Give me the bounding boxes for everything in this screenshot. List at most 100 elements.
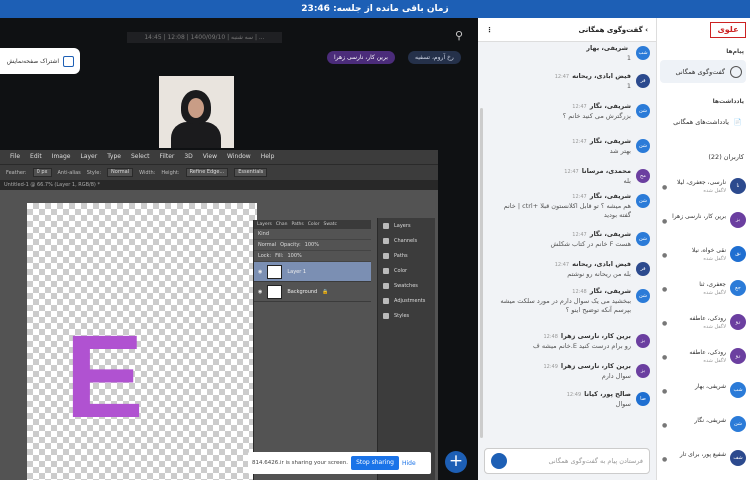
layer-thumbnail xyxy=(267,264,283,279)
eye-icon[interactable]: ◉ xyxy=(258,289,262,295)
layer-row-background[interactable]: ◉ Background 🔒 xyxy=(254,282,371,302)
blend-mode-select[interactable]: Normal xyxy=(258,242,276,248)
user-list-item[interactable]: نا نارسی، جعفری، لیلا لاگفل شده ● xyxy=(662,176,746,204)
ps-menu-select[interactable]: Select xyxy=(131,150,150,164)
chat-input-placeholder: فرستادن پیام به گفت‌وگوی همگانی xyxy=(548,457,643,465)
user-name: نقی خواه، نیلا xyxy=(691,247,726,254)
user-name: شفیع پور، برای تار xyxy=(679,451,726,458)
tab-swatches[interactable]: Swatc xyxy=(324,220,338,229)
avatar: بز xyxy=(636,364,650,378)
dock-channels[interactable]: Channels xyxy=(378,233,435,248)
dock-label: Swatches xyxy=(394,282,418,289)
screen-share-label: اشتراک صفحه‌نمایش xyxy=(6,57,59,65)
user-list-item[interactable]: جع جعفری، ثنا لاگفل شده ● xyxy=(662,278,746,306)
chat-message: صا 12:49 صالح پور، کیانا سوال xyxy=(490,390,650,409)
screen-share-button[interactable]: اشتراک صفحه‌نمایش xyxy=(0,48,80,74)
author-name: شریفی، نگار xyxy=(589,137,631,145)
hide-button[interactable]: Hide xyxy=(402,460,416,467)
sidebar-item-label: گفت‌وگوی همگانی xyxy=(675,67,726,76)
tab-color[interactable]: Color xyxy=(308,220,320,229)
avatar: رو xyxy=(730,314,746,330)
user-list-item[interactable]: نق نقی خواه، نیلا لاگفل شده ● xyxy=(662,244,746,272)
ps-menu-view[interactable]: View xyxy=(203,150,217,164)
user-list-item[interactable]: شن شریفی، نگار ● xyxy=(662,414,746,442)
send-icon[interactable] xyxy=(491,453,507,469)
user-list-item[interactable]: شب شریفی، بهار ● xyxy=(662,380,746,408)
dock-styles[interactable]: Styles xyxy=(378,308,435,323)
style-select[interactable]: Normal xyxy=(107,168,134,177)
tab-channels[interactable]: Chan xyxy=(276,220,288,229)
user-list-item[interactable]: شف شفیع پور، برای تار ● xyxy=(662,448,746,476)
user-status: لاگفل شده xyxy=(703,358,726,364)
stop-sharing-button[interactable]: Stop sharing xyxy=(351,456,399,470)
ps-options-bar: Feather: 0 px Anti-alias Style: Normal W… xyxy=(0,164,438,180)
ps-menu-image[interactable]: Image xyxy=(52,150,71,164)
fill-input[interactable]: 100% xyxy=(287,253,301,259)
avatar: نق xyxy=(730,246,746,262)
more-icon[interactable]: ⋮ xyxy=(486,26,493,34)
tab-paths[interactable]: Paths xyxy=(292,220,304,229)
plus-action-button[interactable]: + xyxy=(445,451,467,473)
ps-menu-file[interactable]: File xyxy=(10,150,20,164)
user-icon[interactable]: ⚲ xyxy=(455,29,463,42)
blend-row: Normal Opacity: 100% xyxy=(254,240,371,251)
eye-icon[interactable]: ◉ xyxy=(258,269,262,275)
kind-filter[interactable]: Kind xyxy=(254,229,371,240)
message-text: سوال xyxy=(615,400,631,408)
anti-alias-checkbox[interactable]: Anti-alias xyxy=(58,170,81,176)
user-list-item[interactable]: بز برین کار، نارسی زهرا ● xyxy=(662,210,746,238)
ps-menu-filter[interactable]: Filter xyxy=(160,150,175,164)
message-text: خانم میشه ف.E رو برام درست کنید xyxy=(533,342,631,350)
swatches-icon xyxy=(383,282,389,289)
avatar: نا xyxy=(730,178,746,194)
brand-logo: علوی xyxy=(710,22,746,38)
user-list-item[interactable]: رو رودکی، عاطفه لاگفل شده ● xyxy=(662,312,746,340)
dock-paths[interactable]: Paths xyxy=(378,248,435,263)
fill-label: Fill: xyxy=(275,253,284,259)
message-author: 12:47 فیض ابادی، ریحانه xyxy=(490,260,631,268)
message-time: 12:47 xyxy=(564,169,579,175)
speaker-name: برین کار، نارسی زهرا xyxy=(334,54,388,61)
avatar: فر xyxy=(636,262,650,276)
ps-menu-help[interactable]: Help xyxy=(261,150,275,164)
user-list-item[interactable]: رو رودکی، عاطفه لاگفل شده ● xyxy=(662,346,746,374)
dock-layers[interactable]: Layers xyxy=(378,218,435,233)
dock-adjustments[interactable]: Adjustments xyxy=(378,293,435,308)
notes-heading: یادداشت‌ها xyxy=(712,98,744,105)
layer-row-layer1[interactable]: ◉ Layer 1 xyxy=(254,262,371,282)
avatar: شن xyxy=(636,139,650,153)
ps-menu-layer[interactable]: Layer xyxy=(80,150,97,164)
chat-message: شن 12:47 شریفی، نگار خانم | ctrl+ هم میشه ؟… xyxy=(490,192,650,220)
mic-icon: ● xyxy=(662,456,668,463)
author-name: صالح پور، کیانا xyxy=(584,390,631,398)
ps-menu-edit[interactable]: Edit xyxy=(30,150,42,164)
ps-menu-window[interactable]: Window xyxy=(227,150,251,164)
sidebar-item-public-chat[interactable]: گفت‌وگوی همگانی xyxy=(660,60,746,83)
dock-label: Styles xyxy=(394,312,410,319)
tab-layers[interactable]: Layers xyxy=(257,220,272,229)
layer-name: Background xyxy=(287,288,318,295)
note-icon: 📄 xyxy=(733,117,742,126)
layers-panel-tabs: Layers Chan Paths Color Swatc xyxy=(254,220,371,229)
ps-menu-3d[interactable]: 3D xyxy=(184,150,192,164)
opacity-label: Opacity: xyxy=(280,242,301,248)
message-time: 12:48 xyxy=(572,289,587,295)
width-label: Width: xyxy=(139,169,156,176)
chat-icon xyxy=(730,65,742,78)
feather-input[interactable]: 0 px xyxy=(32,168,52,177)
ps-canvas[interactable]: E xyxy=(27,203,257,480)
author-name: شریفی، نگار xyxy=(589,102,631,110)
opacity-input[interactable]: 100% xyxy=(305,242,319,248)
avatar: شن xyxy=(636,289,650,303)
dock-color[interactable]: Color xyxy=(378,263,435,278)
dock-swatches[interactable]: Swatches xyxy=(378,278,435,293)
sidebar-item-shared-notes[interactable]: یادداشت‌های همگانی 📄 xyxy=(660,110,746,133)
chat-input[interactable]: فرستادن پیام به گفت‌وگوی همگانی xyxy=(484,448,650,474)
refine-edge-button[interactable]: Refine Edge... xyxy=(185,168,229,177)
users-heading: کاربران (22) xyxy=(708,153,744,161)
document-tab[interactable]: Untitled-1 @ 66.7% (Layer 1, RGB/8) * xyxy=(0,180,438,190)
ps-menu-type[interactable]: Type xyxy=(107,150,121,164)
chevron-left-icon[interactable]: ‹ xyxy=(645,26,648,34)
webcam-video[interactable] xyxy=(159,76,234,148)
workspace-select[interactable]: Essentials xyxy=(234,168,268,177)
